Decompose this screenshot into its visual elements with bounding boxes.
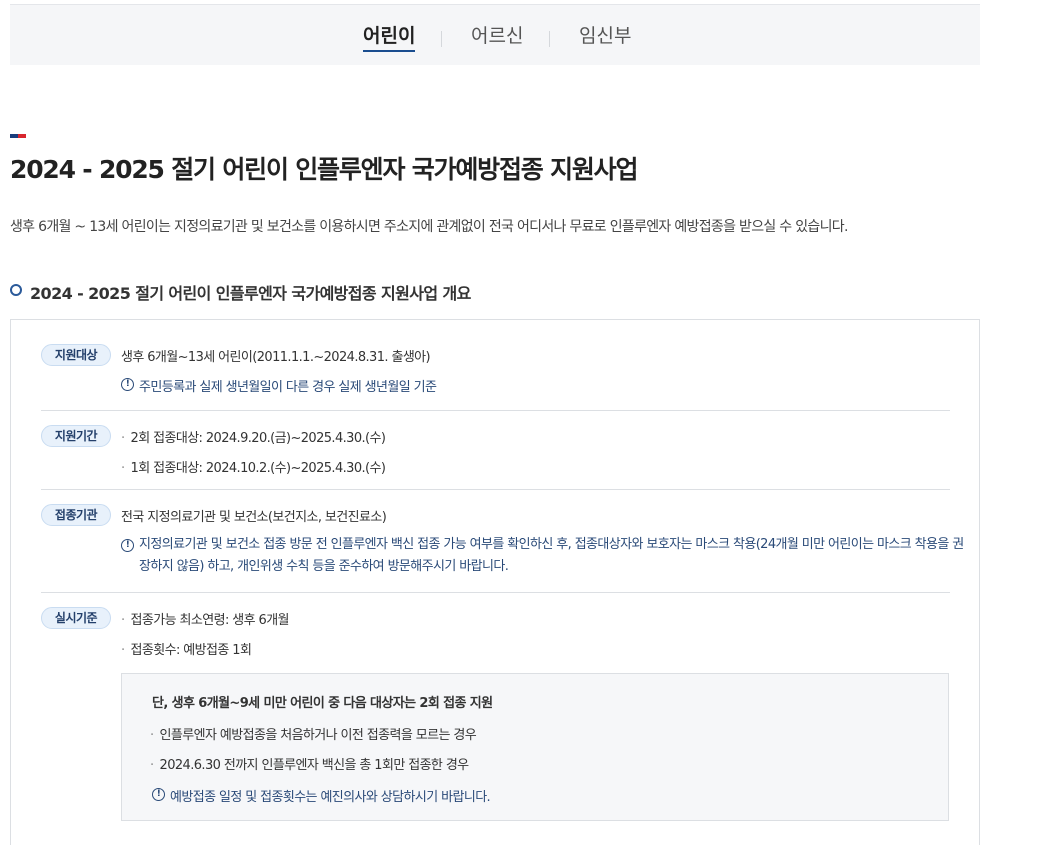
tab-divider bbox=[549, 31, 550, 47]
tab-children[interactable]: 어린이 bbox=[363, 23, 416, 52]
intro-text: 생후 6개월 ~ 13세 어린이는 지정의료기관 및 보건소를 이용하시면 주소… bbox=[10, 219, 848, 235]
row-criteria: 실시기준 · 접종가능 최소연령: 생후 6개월 · 접종횟수: 예방접종 1회 bbox=[41, 607, 950, 667]
info-circle-icon: ! bbox=[121, 539, 134, 552]
title-accent-mark bbox=[10, 134, 26, 138]
info-circle-icon: ! bbox=[152, 788, 165, 801]
tab-pregnant[interactable]: 임신부 bbox=[579, 23, 631, 49]
row-target: 지원대상 생후 6개월~13세 어린이(2011.1.1.~2024.8.31.… bbox=[41, 344, 950, 404]
row-institution: 접종기관 전국 지정의료기관 및 보건소(보건지소, 보건진료소) ! 지정의료… bbox=[41, 504, 964, 584]
tab-divider bbox=[441, 31, 442, 47]
two-dose-title: 단, 생후 6개월~9세 미만 어린이 중 다음 대상자는 2회 접종 지원 bbox=[152, 696, 493, 711]
divider bbox=[41, 592, 950, 593]
badge-criteria: 실시기준 bbox=[41, 607, 111, 629]
info-circle-icon: ! bbox=[121, 378, 134, 391]
tab-bar: 어린이 어르신 임신부 bbox=[10, 4, 980, 65]
divider bbox=[41, 489, 950, 490]
section-title: 2024 - 2025 절기 어린이 인플루엔자 국가예방접종 지원사업 개요 bbox=[30, 284, 471, 303]
tab-seniors[interactable]: 어르신 bbox=[471, 23, 523, 49]
period-item: · 1회 접종대상: 2024.10.2.(수)~2025.4.30.(수) bbox=[121, 461, 386, 476]
criteria-item: · 접종횟수: 예방접종 1회 bbox=[121, 643, 252, 658]
two-dose-item: · 2024.6.30 전까지 인플루엔자 백신을 총 1회만 접종한 경우 bbox=[150, 758, 469, 773]
period-item: · 2회 접종대상: 2024.9.20.(금)~2025.4.30.(수) bbox=[121, 431, 386, 446]
ring-bullet-icon bbox=[10, 284, 22, 296]
badge-institution: 접종기관 bbox=[41, 504, 111, 526]
row-period: 지원기간 · 2회 접종대상: 2024.9.20.(금)~2025.4.30.(… bbox=[41, 425, 950, 485]
overview-box: 지원대상 생후 6개월~13세 어린이(2011.1.1.~2024.8.31.… bbox=[10, 319, 980, 845]
two-dose-item: · 인플루엔자 예방접종을 처음하거나 이전 접종력을 모르는 경우 bbox=[150, 728, 477, 743]
divider bbox=[41, 410, 950, 411]
badge-period: 지원기간 bbox=[41, 425, 111, 447]
two-dose-info-box: 단, 생후 6개월~9세 미만 어린이 중 다음 대상자는 2회 접종 지원 ·… bbox=[121, 673, 949, 821]
institution-text: 전국 지정의료기관 및 보건소(보건지소, 보건진료소) bbox=[121, 510, 387, 525]
criteria-item: · 접종가능 최소연령: 생후 6개월 bbox=[121, 613, 290, 628]
badge-target: 지원대상 bbox=[41, 344, 111, 366]
target-text: 생후 6개월~13세 어린이(2011.1.1.~2024.8.31. 출생아) bbox=[121, 350, 431, 365]
page-title: 2024 - 2025 절기 어린이 인플루엔자 국가예방접종 지원사업 bbox=[10, 155, 638, 184]
